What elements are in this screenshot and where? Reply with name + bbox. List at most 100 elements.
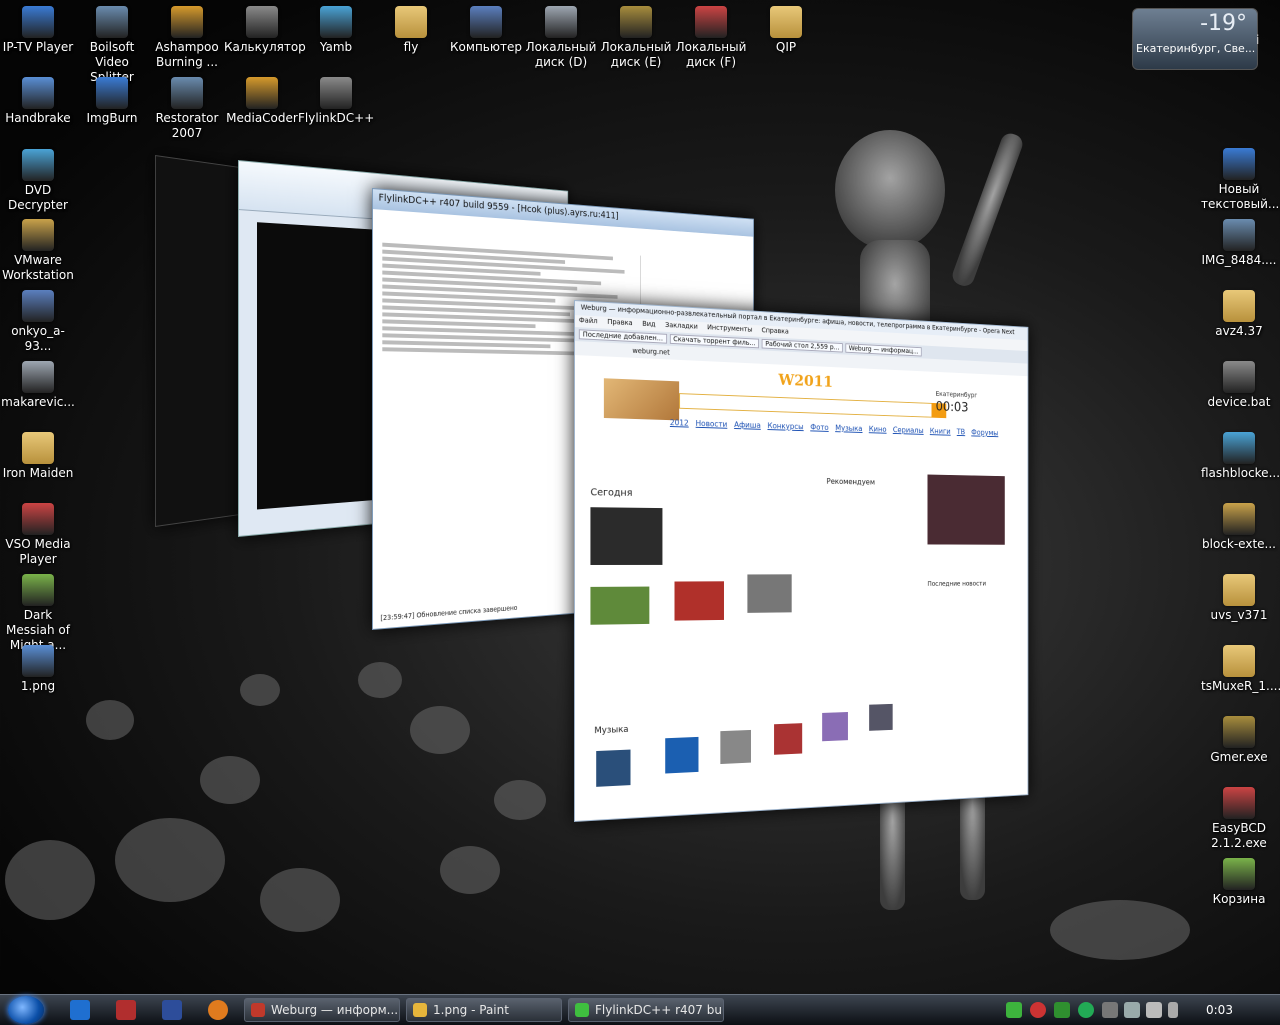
ie-icon[interactable]: [70, 1000, 90, 1020]
flylink-tray-icon[interactable]: [1006, 1002, 1022, 1018]
album-cover-1[interactable]: [596, 749, 631, 787]
nav-forums[interactable]: Форумы: [971, 428, 998, 437]
movie-thumb-sherlock[interactable]: [590, 507, 663, 565]
menu-help[interactable]: Справка: [762, 326, 789, 335]
desktop-icon-right-6[interactable]: uvs_v371: [1201, 574, 1277, 623]
movie-thumb-3[interactable]: [674, 581, 724, 621]
desktop-icon-left-12[interactable]: ImgBurn: [74, 77, 150, 126]
concert-photo[interactable]: [927, 474, 1005, 545]
album-cover-2[interactable]: [665, 736, 699, 774]
media-player-icon: [22, 503, 54, 535]
opera-window[interactable]: Weburg — информационно-развлекательный п…: [574, 300, 1029, 822]
computer-icon: [470, 6, 502, 38]
nav-news[interactable]: Новости: [696, 419, 728, 429]
batch-file-icon: [1223, 361, 1255, 393]
weather-gadget[interactable]: -19° Екатеринбург, Све...: [1132, 8, 1258, 70]
dvd-icon: [22, 149, 54, 181]
disc-burn-icon: [171, 6, 203, 38]
desktop-icon-left-13[interactable]: Restorator 2007: [149, 77, 225, 141]
task-opera[interactable]: Weburg — информ...: [244, 998, 400, 1022]
network-tray-icon[interactable]: [1124, 1002, 1140, 1018]
desktop-icon-left-9[interactable]: Локальный диск (F): [673, 6, 749, 70]
desktop-icon-right-4[interactable]: flashblocke...: [1201, 432, 1280, 481]
desktop-icon-left-11[interactable]: Handbrake: [0, 77, 76, 126]
site-search-input[interactable]: [679, 393, 934, 418]
desktop-icon-left-2[interactable]: Ashampoo Burning ...: [149, 6, 225, 70]
task-paint[interactable]: 1.png - Paint: [406, 998, 562, 1022]
desktop-icon-left-6[interactable]: Компьютер: [448, 6, 524, 55]
album-cover-4[interactable]: [774, 723, 803, 755]
tv-icon: [22, 6, 54, 38]
desktop-icon-left-16[interactable]: DVD Decrypter: [0, 149, 76, 213]
movie-thumb-4[interactable]: [747, 574, 792, 613]
desktop-icon-left-3[interactable]: Калькулятор: [224, 6, 306, 55]
menu-edit[interactable]: Правка: [607, 318, 632, 327]
desktop-icon-left-1[interactable]: Boilsoft Video Splitter: [74, 6, 150, 85]
desktop-icon-left-14[interactable]: MediaCoder: [224, 77, 300, 126]
desktop-icon-left-10[interactable]: QIP: [748, 6, 824, 55]
desktop-icon-right-0[interactable]: Новый текстовый...: [1201, 148, 1280, 212]
menu-file[interactable]: Файл: [579, 316, 598, 325]
desktop-icon-left-15[interactable]: FlylinkDC++: [298, 77, 374, 126]
desktop-icon-right-1[interactable]: IMG_8484....: [1201, 219, 1277, 268]
desktop-icon-left-23[interactable]: 1.png: [0, 645, 76, 694]
desktop-icon-left-8[interactable]: Локальный диск (E): [598, 6, 674, 70]
flag-tray-icon[interactable]: [1168, 1002, 1178, 1018]
desktop-icon-left-22[interactable]: Dark Messiah of Might a...: [0, 574, 76, 653]
opera-icon[interactable]: [116, 1000, 136, 1020]
movie-thumb-2[interactable]: [590, 586, 650, 625]
desktop-icon-left-21[interactable]: VSO Media Player: [0, 503, 76, 567]
desktop-icon-left-0[interactable]: IP-TV Player: [0, 6, 76, 55]
start-button[interactable]: [8, 996, 44, 1024]
nav-2012[interactable]: 2012: [670, 418, 689, 427]
menu-tools[interactable]: Инструменты: [707, 323, 752, 333]
desktop-icon-left-7[interactable]: Локальный диск (D): [523, 6, 599, 70]
volume-icon[interactable]: [1146, 1002, 1162, 1018]
nav-photo[interactable]: Фото: [810, 423, 828, 432]
desktop-icon-left-20[interactable]: Iron Maiden: [0, 432, 76, 481]
nav-tv[interactable]: ТВ: [957, 428, 965, 436]
menu-view[interactable]: Вид: [642, 320, 655, 329]
firefox-icon[interactable]: [208, 1000, 228, 1020]
nav-books[interactable]: Книги: [930, 427, 951, 436]
task-flylink[interactable]: FlylinkDC++ r407 bui...: [568, 998, 724, 1022]
nav-afisha[interactable]: Афиша: [734, 420, 761, 430]
desktop-icon-left-18[interactable]: onkyo_a-93...: [0, 290, 76, 354]
antivirus-tray-icon[interactable]: [1030, 1002, 1046, 1018]
taskbar: Weburg — информ... 1.png - Paint Flylink…: [0, 994, 1280, 1025]
album-cover-3[interactable]: [720, 729, 751, 765]
desktop-icon-label: VSO Media Player: [5, 537, 71, 566]
desktop-icon-label: Iron Maiden: [2, 466, 74, 480]
nav-movies[interactable]: Кино: [869, 425, 887, 434]
desktop-icon-right-10[interactable]: Корзина: [1201, 858, 1277, 907]
album-cover-5[interactable]: [822, 712, 848, 742]
clock[interactable]: 0:03: [1206, 1003, 1233, 1017]
desktop-icon-label: VMware Workstation: [2, 253, 74, 282]
desktop-icon-left-5[interactable]: fly: [373, 6, 449, 55]
floppy-icon[interactable]: [162, 1000, 182, 1020]
app-tray-icon[interactable]: [1054, 1002, 1070, 1018]
desktop-icon-label: Новый текстовый...: [1201, 182, 1280, 211]
usb-tray-icon[interactable]: [1102, 1002, 1118, 1018]
desktop-icon-label: uvs_v371: [1210, 608, 1268, 622]
nav-music[interactable]: Музыка: [835, 424, 862, 433]
desktop-icon-right-7[interactable]: tsMuxeR_1....: [1201, 645, 1280, 694]
desktop-icon-left-4[interactable]: Yamb: [298, 6, 374, 55]
desktop-icon-label: Handbrake: [5, 111, 71, 125]
task-opera-label: Weburg — информ...: [271, 1003, 399, 1017]
paint-icon: [413, 1003, 427, 1017]
update-tray-icon[interactable]: [1078, 1002, 1094, 1018]
desktop-icon-right-8[interactable]: Gmer.exe: [1201, 716, 1277, 765]
album-cover-6[interactable]: [869, 703, 893, 731]
desktop-icon-left-19[interactable]: makarevic...: [0, 361, 76, 410]
desktop-icon-label: fly: [403, 40, 419, 54]
desktop-icon-left-17[interactable]: VMware Workstation: [0, 219, 76, 283]
desktop-icon-right-9[interactable]: EasyBCD 2.1.2.exe: [1201, 787, 1277, 851]
nav-contests[interactable]: Конкурсы: [767, 421, 803, 431]
nav-series[interactable]: Сериалы: [893, 426, 924, 435]
desktop-icon-right-2[interactable]: avz4.37: [1201, 290, 1277, 339]
menu-bookmarks[interactable]: Закладки: [665, 321, 698, 331]
desktop-icon-right-5[interactable]: block-exte...: [1201, 503, 1277, 552]
desktop-icon-right-3[interactable]: device.bat: [1201, 361, 1277, 410]
flylink-status: [23:59:47] Обновление списка завершено: [380, 604, 518, 623]
